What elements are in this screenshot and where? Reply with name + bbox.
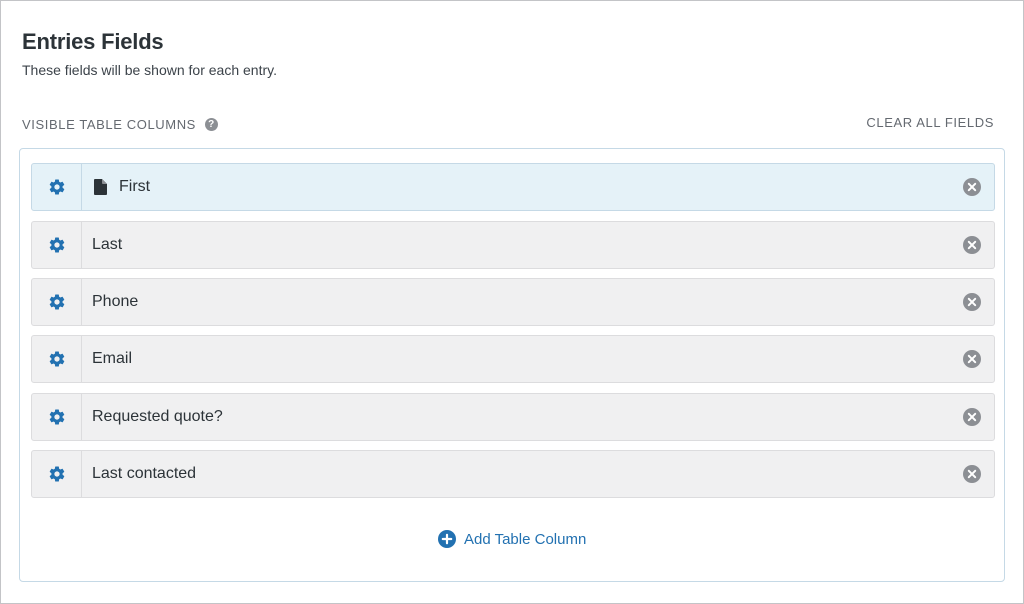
settings-button[interactable] bbox=[32, 394, 82, 440]
fields-container: First Last Phone Email Requested quote? … bbox=[19, 148, 1005, 582]
add-table-column-label: Add Table Column bbox=[464, 530, 587, 548]
page-title: Entries Fields bbox=[22, 29, 164, 54]
field-row-last-contacted[interactable]: Last contacted bbox=[31, 450, 995, 498]
field-row-phone[interactable]: Phone bbox=[31, 278, 995, 326]
field-label-text: Last contacted bbox=[92, 465, 197, 482]
field-row-email[interactable]: Email bbox=[31, 335, 995, 383]
close-circle-icon bbox=[963, 178, 981, 196]
field-label-text: Requested quote? bbox=[92, 408, 223, 425]
gear-icon bbox=[49, 466, 64, 482]
settings-button[interactable] bbox=[32, 279, 82, 325]
field-label: Requested quote? bbox=[82, 408, 950, 426]
field-label-text: First bbox=[119, 178, 151, 195]
field-row-last[interactable]: Last bbox=[31, 221, 995, 269]
field-row-first[interactable]: First bbox=[31, 163, 995, 211]
field-label: Email bbox=[82, 350, 950, 368]
help-icon[interactable]: ? bbox=[204, 118, 218, 131]
document-icon bbox=[94, 179, 107, 195]
clear-all-fields-button[interactable]: CLEAR ALL FIELDS bbox=[866, 115, 994, 130]
settings-button[interactable] bbox=[32, 222, 82, 268]
gear-icon bbox=[49, 294, 64, 310]
plus-circle-icon bbox=[438, 530, 456, 548]
field-label-text: Last bbox=[92, 236, 123, 253]
page-subtitle: These fields will be shown for each entr… bbox=[22, 62, 277, 78]
panel: Entries Fields These fields will be show… bbox=[0, 0, 1024, 604]
add-table-column-button[interactable]: Add Table Column bbox=[438, 530, 586, 548]
close-circle-icon bbox=[963, 408, 981, 426]
gear-icon bbox=[49, 409, 64, 425]
field-row-requested-quote[interactable]: Requested quote? bbox=[31, 393, 995, 441]
field-label-text: Email bbox=[92, 350, 133, 367]
field-label: Phone bbox=[82, 293, 950, 311]
close-circle-icon bbox=[963, 465, 981, 483]
field-label-text: Phone bbox=[92, 293, 139, 310]
gear-icon bbox=[49, 351, 64, 367]
remove-field-button[interactable] bbox=[950, 222, 994, 268]
remove-field-button[interactable] bbox=[950, 164, 994, 210]
close-circle-icon bbox=[963, 350, 981, 368]
remove-field-button[interactable] bbox=[950, 336, 994, 382]
section-label: VISIBLE TABLE COLUMNS ? bbox=[22, 117, 218, 132]
settings-button[interactable] bbox=[32, 336, 82, 382]
field-label: Last contacted bbox=[82, 465, 950, 483]
close-circle-icon bbox=[963, 293, 981, 311]
remove-field-button[interactable] bbox=[950, 394, 994, 440]
settings-button[interactable] bbox=[32, 164, 82, 210]
gear-icon bbox=[49, 237, 64, 253]
remove-field-button[interactable] bbox=[950, 279, 994, 325]
section-label-text: VISIBLE TABLE COLUMNS bbox=[22, 117, 196, 132]
gear-icon bbox=[49, 179, 64, 195]
close-circle-icon bbox=[963, 236, 981, 254]
field-label: Last bbox=[82, 236, 950, 254]
remove-field-button[interactable] bbox=[950, 451, 994, 497]
settings-button[interactable] bbox=[32, 451, 82, 497]
field-label: First bbox=[82, 178, 950, 196]
